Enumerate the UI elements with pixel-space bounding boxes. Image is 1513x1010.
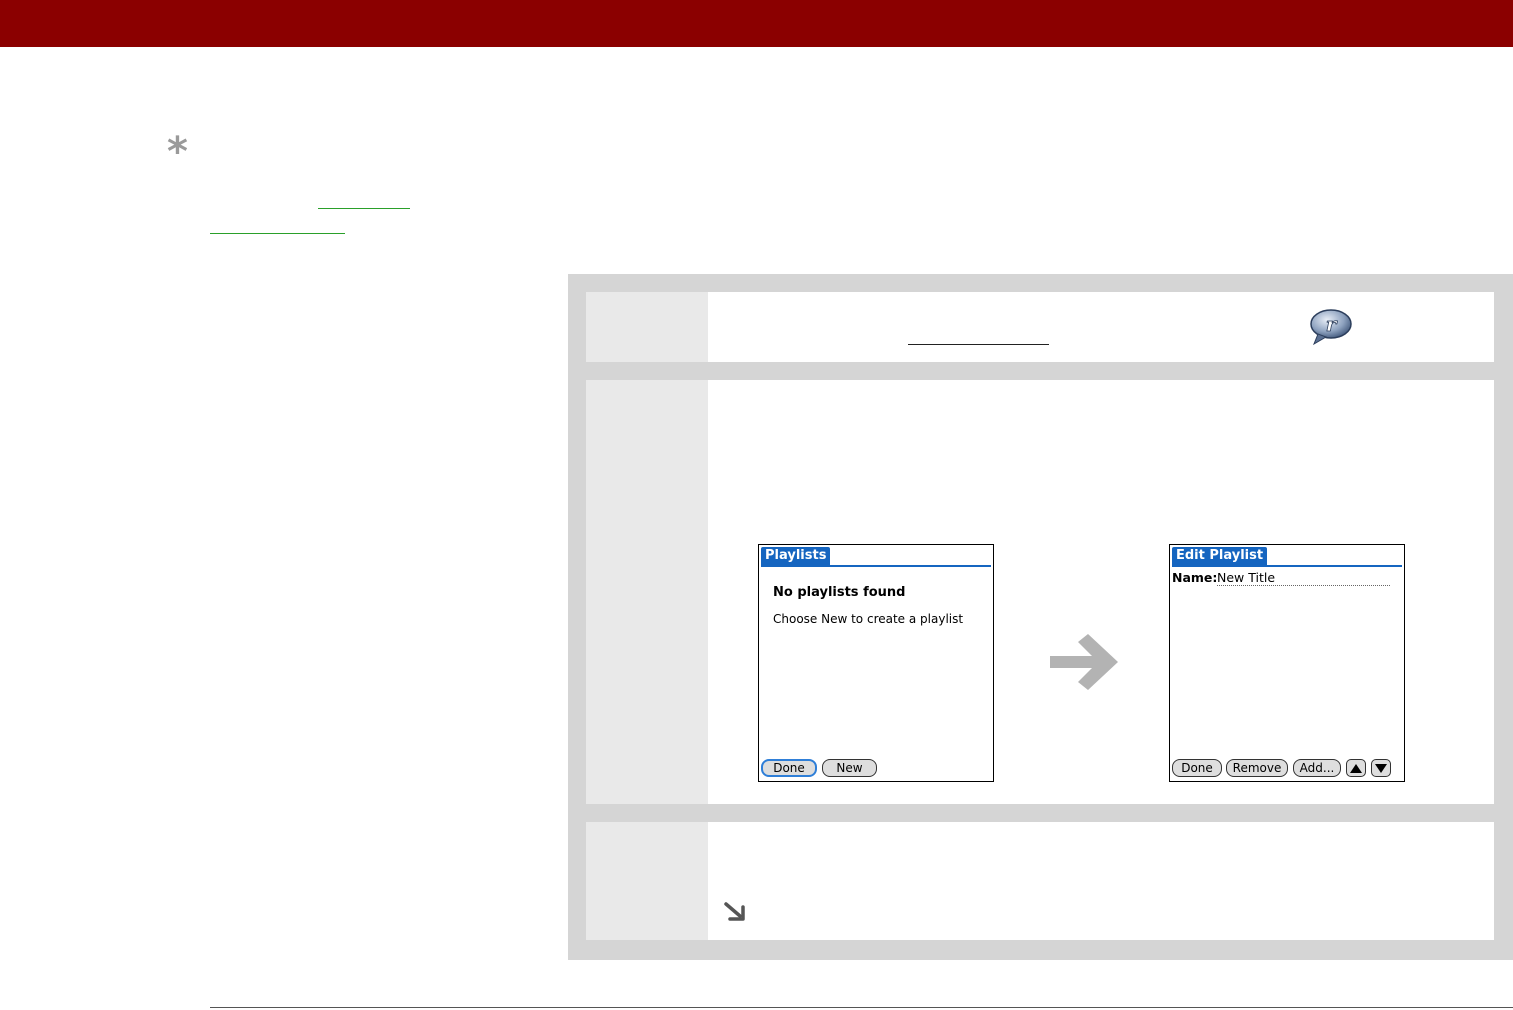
done-button[interactable]: Done <box>761 759 817 777</box>
realplayer-icon[interactable]: r <box>1308 308 1354 350</box>
step-1-link-underline[interactable] <box>908 344 1049 345</box>
no-playlists-heading: No playlists found <box>773 585 906 600</box>
scroll-up-button[interactable] <box>1346 759 1366 777</box>
name-field[interactable]: New Title <box>1217 570 1275 585</box>
step-1-number-cell <box>586 292 708 362</box>
title-underline <box>1172 565 1402 567</box>
svg-text:r: r <box>1326 312 1338 336</box>
steps-panel: r Playlists No playlists found Choose Ne… <box>568 274 1513 960</box>
step-1: r <box>586 292 1494 362</box>
arrow-down-right-icon <box>722 900 748 926</box>
no-playlists-message: Choose New to create a playlist <box>773 612 964 626</box>
remove-button[interactable]: Remove <box>1226 759 1288 777</box>
step-3-body <box>708 822 1494 940</box>
name-field-underline <box>1217 585 1390 586</box>
add-button[interactable]: Add... <box>1293 759 1341 777</box>
name-label: Name: <box>1172 570 1218 585</box>
new-button[interactable]: New <box>822 759 877 777</box>
edit-playlist-screen: Edit Playlist Name: New Title Done Remov… <box>1169 544 1405 782</box>
arrow-right-icon <box>1048 632 1122 696</box>
step-2: Playlists No playlists found Choose New … <box>586 380 1494 804</box>
step-3 <box>586 822 1494 940</box>
title-underline <box>761 565 991 567</box>
triangle-up-icon <box>1350 763 1362 773</box>
asterisk-icon: * <box>167 129 188 175</box>
edit-playlist-title: Edit Playlist <box>1172 547 1268 565</box>
scroll-down-button[interactable] <box>1371 759 1391 777</box>
tip-link-underline-2[interactable] <box>210 233 345 234</box>
triangle-down-icon <box>1375 763 1387 773</box>
done-button[interactable]: Done <box>1172 759 1222 777</box>
step-3-number-cell <box>586 822 708 940</box>
step-2-number-cell <box>586 380 708 804</box>
header-bar <box>0 0 1513 47</box>
playlists-screen: Playlists No playlists found Choose New … <box>758 544 994 782</box>
playlists-title: Playlists <box>761 547 831 565</box>
step-1-body: r <box>708 292 1494 362</box>
footer-rule <box>210 1007 1513 1008</box>
step-2-body: Playlists No playlists found Choose New … <box>708 380 1494 804</box>
tip-link-underline-1[interactable] <box>318 208 410 209</box>
